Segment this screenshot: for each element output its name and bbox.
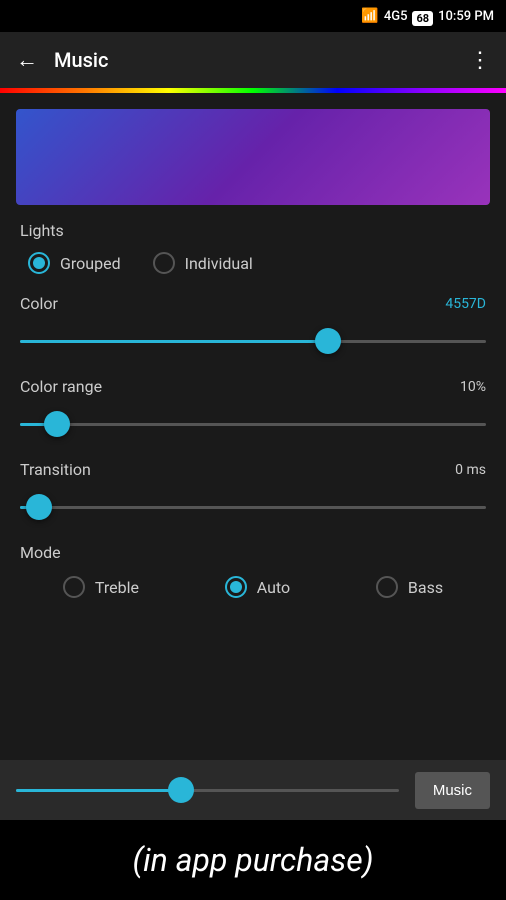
bass-radio[interactable] bbox=[376, 576, 398, 598]
bottom-slider-track bbox=[16, 789, 399, 792]
treble-option[interactable]: Treble bbox=[63, 576, 139, 598]
lights-section: Lights Grouped Individual bbox=[20, 221, 486, 274]
grouped-radio[interactable] bbox=[28, 252, 50, 274]
bottom-bar: Music bbox=[0, 760, 506, 820]
color-preview bbox=[16, 109, 490, 205]
transition-slider-track bbox=[20, 506, 486, 509]
color-range-slider-thumb[interactable] bbox=[44, 411, 70, 437]
color-section: Color 4557D bbox=[20, 294, 486, 359]
color-range-section: Color range 10% bbox=[20, 377, 486, 442]
bottom-slider-fill bbox=[16, 789, 184, 792]
color-slider-fill bbox=[20, 340, 328, 343]
mode-section: Mode Treble Auto Bass bbox=[20, 543, 486, 598]
iap-bar: (in app purchase) bbox=[0, 820, 506, 900]
color-range-slider-track bbox=[20, 423, 486, 426]
grouped-option[interactable]: Grouped bbox=[28, 252, 121, 274]
time-display: 10:59 PM bbox=[438, 9, 494, 24]
back-button[interactable]: ← bbox=[16, 47, 38, 73]
transition-slider-thumb[interactable] bbox=[26, 494, 52, 520]
individual-label: Individual bbox=[185, 254, 253, 273]
color-range-value: 10% bbox=[460, 379, 486, 395]
color-label: Color bbox=[20, 294, 58, 313]
signal-strength-label: 4G5 bbox=[384, 9, 408, 24]
battery-level: 68 bbox=[412, 11, 433, 26]
transition-header: Transition 0 ms bbox=[20, 460, 486, 479]
bass-label: Bass bbox=[408, 578, 443, 597]
iap-text: (in app purchase) bbox=[132, 841, 373, 879]
more-options-button[interactable]: ⋮ bbox=[469, 48, 490, 73]
app-bar: ← Music ⋮ bbox=[0, 32, 506, 88]
transition-value: 0 ms bbox=[455, 462, 486, 478]
transition-section: Transition 0 ms bbox=[20, 460, 486, 525]
battery-icon: 68 bbox=[412, 7, 433, 26]
status-bar: 📶 4G5 68 10:59 PM bbox=[0, 0, 506, 32]
individual-option[interactable]: Individual bbox=[153, 252, 253, 274]
transition-slider-container[interactable] bbox=[20, 489, 486, 525]
grouped-label: Grouped bbox=[60, 254, 121, 273]
color-range-label: Color range bbox=[20, 377, 102, 396]
status-icons: 📶 4G5 68 10:59 PM bbox=[361, 7, 494, 26]
color-slider-track bbox=[20, 340, 486, 343]
treble-label: Treble bbox=[95, 578, 139, 597]
color-range-header: Color range 10% bbox=[20, 377, 486, 396]
bottom-slider-thumb[interactable] bbox=[168, 777, 194, 803]
treble-radio[interactable] bbox=[63, 576, 85, 598]
bottom-slider-container[interactable] bbox=[16, 772, 399, 808]
mode-radio-group: Treble Auto Bass bbox=[20, 576, 486, 598]
transition-label: Transition bbox=[20, 460, 91, 479]
content-area: Lights Grouped Individual Color 4557D bbox=[0, 221, 506, 598]
music-button[interactable]: Music bbox=[415, 772, 490, 809]
color-header: Color 4557D bbox=[20, 294, 486, 313]
bass-option[interactable]: Bass bbox=[376, 576, 443, 598]
auto-radio[interactable] bbox=[225, 576, 247, 598]
color-value: 4557D bbox=[445, 296, 486, 312]
color-slider-container[interactable] bbox=[20, 323, 486, 359]
individual-radio[interactable] bbox=[153, 252, 175, 274]
color-range-slider-container[interactable] bbox=[20, 406, 486, 442]
color-slider-thumb[interactable] bbox=[315, 328, 341, 354]
auto-option[interactable]: Auto bbox=[225, 576, 290, 598]
wifi-icon: 📶 bbox=[361, 8, 378, 24]
app-bar-title: Music bbox=[54, 48, 453, 72]
lights-radio-group: Grouped Individual bbox=[20, 252, 486, 274]
auto-label: Auto bbox=[257, 578, 290, 597]
rainbow-bar bbox=[0, 88, 506, 93]
lights-label: Lights bbox=[20, 221, 486, 240]
mode-label: Mode bbox=[20, 543, 486, 562]
